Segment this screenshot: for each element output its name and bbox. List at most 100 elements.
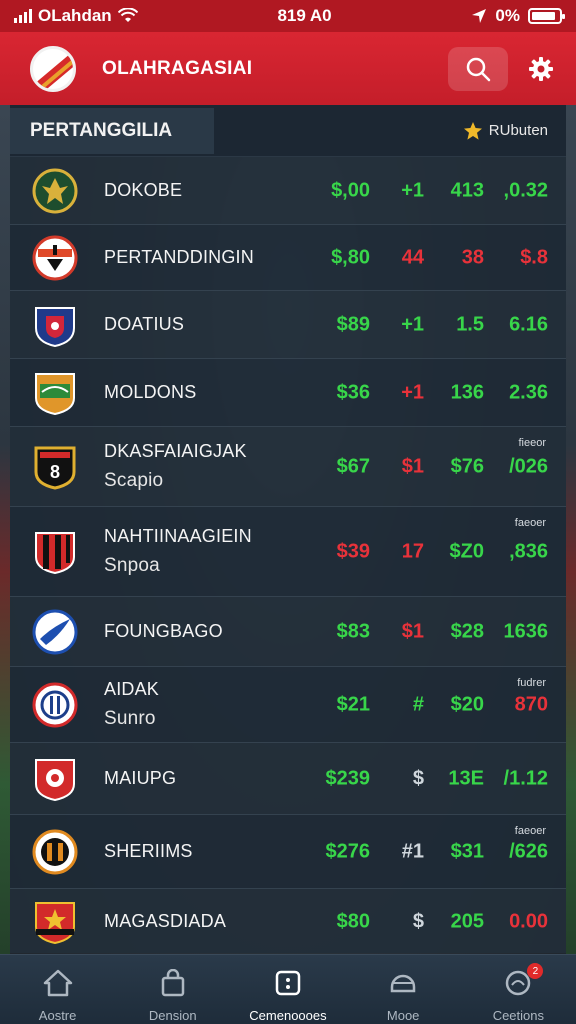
team-name-label: MAIUPG <box>104 768 177 789</box>
red-white-shield-icon <box>30 754 80 804</box>
row-note: faeoer <box>514 825 546 837</box>
panel-action-label: RUbuten <box>488 122 548 139</box>
clock: 819 A0 <box>277 6 332 25</box>
stat-value-4: 2.36 <box>509 381 548 403</box>
team-row[interactable]: MOLDONS $36 +1 136 2.36 <box>10 359 566 427</box>
team-name-label: FOUNGBAGO <box>104 621 223 642</box>
team-name: AIDAK Sunro <box>104 675 290 734</box>
team-row[interactable]: FOUNGBAGO $83 $1 $28 1636 <box>10 597 566 667</box>
team-name: SHERIIMS <box>104 837 290 866</box>
stat-value-1: $276 <box>325 840 371 862</box>
stat-value-1: $83 <box>336 620 370 642</box>
team-row[interactable]: MAGASDIADA $80 $205 0.00 <box>10 889 566 955</box>
stat-value-3: 13E <box>448 767 484 789</box>
app-header: OLAHRAGASIAI <box>0 32 576 105</box>
search-button[interactable] <box>448 46 508 91</box>
stat-value-4: /626 <box>509 840 548 862</box>
stat-value-4: $.8 <box>520 246 548 268</box>
standings-panel: PERTANGGILIA RUbuten DOKOBE $,00 +1 413 ,0.3… <box>10 105 566 955</box>
settings-button[interactable] <box>526 54 556 84</box>
team-name: PERTANDDINGIN <box>104 243 290 272</box>
panel-header: PERTANGGILIA RUbuten <box>10 105 566 157</box>
orange-green-shield-icon <box>30 368 80 418</box>
stat-value-2: +1 <box>401 313 424 335</box>
team-subtitle: Scapio <box>104 469 164 491</box>
team-name-label: AIDAK <box>104 678 160 699</box>
stat-value-1: $239 <box>325 767 371 789</box>
stat-value-2: $ <box>412 767 424 789</box>
team-name-label: NAHTIINAAGIEIN <box>104 525 252 546</box>
stat-value-3: 38 <box>461 246 484 268</box>
team-name-label: DOATIUS <box>104 314 185 335</box>
team-subtitle: Sunro <box>104 707 156 729</box>
stat-value-1: $,80 <box>331 246 370 268</box>
team-row[interactable]: NAHTIINAAGIEIN Snpoa faeoer $39 17 $Z0 ,836 <box>10 507 566 597</box>
bottom-nav: Aostre Dension Cemenoooes Mooe Ceetions 2 <box>0 954 576 1024</box>
stat-value-4: ,0.32 <box>503 179 548 201</box>
stat-value-3: $28 <box>450 620 484 642</box>
nav-label: Cemenoooes <box>249 1008 327 1023</box>
team-name-label: MOLDONS <box>104 382 197 403</box>
tab-pertanggilia[interactable]: PERTANGGILIA <box>10 107 214 154</box>
team-name: DOKOBE <box>104 176 290 205</box>
stat-value-1: $89 <box>336 313 370 335</box>
stat-value-1: $,00 <box>331 179 370 201</box>
app-logo[interactable] <box>30 45 76 92</box>
team-row[interactable]: AIDAK Sunro fudrer $21 # $20 870 <box>10 667 566 743</box>
svg-text:8: 8 <box>50 462 60 482</box>
wifi-icon <box>117 8 138 22</box>
team-row[interactable]: 8 DKASFAIAIGJAK Scapio fieeor $67 $1 $76/026 <box>10 427 566 507</box>
star-icon <box>463 121 482 140</box>
stat-value-2: 44 <box>401 246 424 268</box>
stat-value-2: $1 <box>401 455 424 477</box>
team-name: NAHTIINAAGIEIN Snpoa <box>104 522 290 581</box>
stat-value-1: $80 <box>336 910 370 932</box>
stat-value-4: 6.16 <box>509 313 548 335</box>
nav-item-helmet[interactable]: Mooe <box>348 969 458 1023</box>
nav-item-dice[interactable]: Cemenoooes <box>233 969 343 1023</box>
status-bar: OLahdan 819 A0 0% <box>0 0 576 32</box>
signal-icon <box>14 9 32 23</box>
team-name-label: PERTANDDINGIN <box>104 247 254 268</box>
app-title: OLAHRAGASIAI <box>102 57 253 79</box>
stat-value-2: +1 <box>401 179 424 201</box>
home-icon <box>43 969 73 1000</box>
team-row[interactable]: DOKOBE $,00 +1 413 ,0.32 <box>10 157 566 225</box>
stat-value-3: 136 <box>450 381 484 403</box>
stat-value-1: $21 <box>336 693 370 715</box>
search-icon <box>466 57 491 81</box>
stat-value-4: /026 <box>509 455 548 477</box>
team-name: DOATIUS <box>104 310 290 339</box>
team-row[interactable]: MAIUPG $239 $13E/1.12 <box>10 743 566 815</box>
team-name: MAGASDIADA <box>104 907 290 936</box>
stat-value-4: 0.00 <box>509 910 548 932</box>
stat-value-1: $36 <box>336 381 370 403</box>
red-yellow-star-shield-icon <box>30 897 80 947</box>
dice-icon <box>274 969 302 1000</box>
team-subtitle: Snpoa <box>104 554 160 576</box>
stat-value-2: # <box>412 693 424 715</box>
red-blue-ring-crest-icon <box>30 680 80 730</box>
orange-black-crest-icon <box>30 827 80 877</box>
stat-value-1: $39 <box>336 540 370 562</box>
team-row[interactable]: PERTANDDINGIN $,80 44 38 $.8 <box>10 225 566 291</box>
nav-item-chat[interactable]: Ceetions 2 <box>463 963 573 1023</box>
team-name: MOLDONS <box>104 378 290 407</box>
nav-item-shopping-bag[interactable]: Dension <box>118 968 228 1023</box>
team-name: DKASFAIAIGJAK Scapio <box>104 437 290 496</box>
row-note: fieeor <box>518 437 546 449</box>
panel-action-button[interactable]: RUbuten <box>463 121 566 141</box>
team-row[interactable]: DOATIUS $89 +1 1.5 6.16 <box>10 291 566 359</box>
team-row[interactable]: SHERIIMS faeoer $276 #1 $31/626 <box>10 815 566 889</box>
stat-value-3: $20 <box>450 693 484 715</box>
team-name-label: DOKOBE <box>104 180 183 201</box>
red-black-stripes-shield-icon <box>30 527 80 577</box>
row-note: fudrer <box>517 677 546 689</box>
blue-red-shield-icon <box>30 300 80 350</box>
stat-value-3: $76 <box>450 455 484 477</box>
stat-value-4: 870 <box>514 693 548 715</box>
nav-label: Dension <box>148 1008 197 1023</box>
nav-item-home[interactable]: Aostre <box>3 969 113 1023</box>
helmet-icon <box>388 969 418 1000</box>
stadium-backdrop-right <box>566 105 576 954</box>
